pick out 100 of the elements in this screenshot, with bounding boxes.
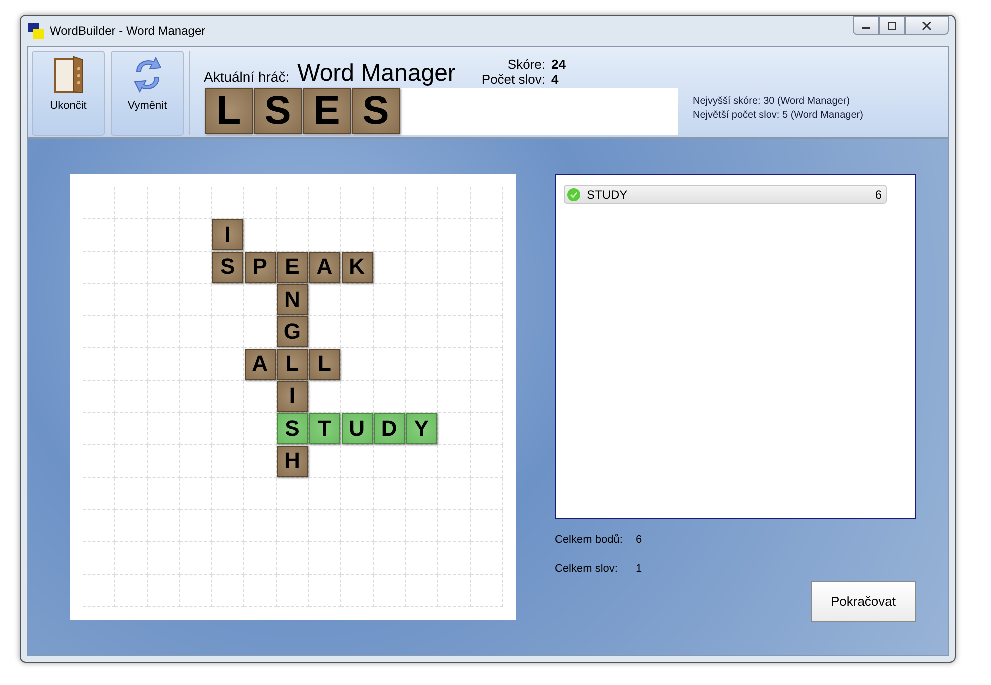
board-cell xyxy=(244,542,277,575)
letter-tile: G xyxy=(276,316,308,348)
maximize-icon xyxy=(887,22,897,30)
letter-tile: I xyxy=(276,380,308,412)
board-cell xyxy=(438,478,471,510)
board-cell xyxy=(83,542,116,575)
board-cell xyxy=(374,478,406,510)
board-cell xyxy=(83,252,116,284)
player-label: Aktuální hráč: xyxy=(204,69,290,85)
board-cell xyxy=(180,510,212,542)
board-cell xyxy=(374,510,406,542)
word-count-value: 4 xyxy=(552,72,560,87)
close-button[interactable] xyxy=(905,16,949,35)
board-cell xyxy=(438,380,471,414)
letter-tile: E xyxy=(276,252,308,283)
window-title: WordBuilder - Word Manager xyxy=(50,24,206,38)
swap-arrows-icon xyxy=(132,56,164,94)
app-icon xyxy=(28,23,44,39)
board-cell xyxy=(180,574,212,607)
board-cell xyxy=(406,478,438,510)
swap-button[interactable]: Vyměnit xyxy=(111,51,184,136)
board-cell xyxy=(115,380,148,414)
board-cell xyxy=(115,348,148,381)
board-cell xyxy=(438,445,471,478)
continue-button[interactable]: Pokračovat xyxy=(811,581,916,622)
board-cell xyxy=(244,478,277,510)
board-cell xyxy=(341,542,374,575)
board-cell xyxy=(406,574,438,607)
total-value: 6 xyxy=(636,534,642,546)
board-cell xyxy=(148,478,180,510)
board-cell xyxy=(374,542,406,575)
word-count-label: Počet slov: xyxy=(482,72,546,87)
board-cell xyxy=(212,380,244,414)
letter-tile[interactable]: L xyxy=(205,88,253,134)
board-cell xyxy=(438,574,471,607)
board-cell xyxy=(438,542,471,575)
board-cell xyxy=(148,219,180,252)
board-cell xyxy=(406,252,438,284)
board-cell xyxy=(148,542,180,575)
board-cell xyxy=(470,542,503,575)
board-cell xyxy=(438,252,471,284)
total-label: Celkem bodů: xyxy=(555,534,624,546)
board-cell xyxy=(115,478,148,510)
board-cell xyxy=(470,187,503,220)
board-cell xyxy=(406,284,438,316)
letter-tile: S xyxy=(212,252,244,283)
board-cell xyxy=(309,510,342,542)
letter-tile: A xyxy=(244,348,276,380)
board-cell xyxy=(83,219,116,252)
minimize-button[interactable] xyxy=(853,16,879,35)
board-cell xyxy=(83,413,116,446)
board-cell xyxy=(212,510,244,542)
record-text: Největší počet slov: 5 (Word Manager) xyxy=(693,109,864,123)
board-cell xyxy=(438,316,471,348)
board-cell xyxy=(438,284,471,316)
board-cell xyxy=(115,510,148,542)
board-cell xyxy=(115,574,148,607)
board-cell xyxy=(276,510,310,542)
board-cell xyxy=(212,445,244,478)
board-cell xyxy=(83,348,116,381)
board-cell xyxy=(115,187,148,220)
board-cell xyxy=(341,478,374,510)
board-cell xyxy=(470,316,503,348)
board-cell xyxy=(180,284,212,316)
exit-button[interactable]: Ukončit xyxy=(32,51,105,136)
letter-tile[interactable]: S xyxy=(352,88,400,134)
board-cell xyxy=(244,187,277,220)
letter-tile: L xyxy=(276,348,308,380)
board-cell xyxy=(83,510,116,542)
letter-tile[interactable]: E xyxy=(303,88,351,134)
board-cell xyxy=(180,445,212,478)
close-icon xyxy=(922,22,932,30)
board-cell xyxy=(438,510,471,542)
board-cell xyxy=(470,348,503,381)
board-cell xyxy=(276,574,310,607)
board-cell xyxy=(148,348,180,381)
board-cell xyxy=(438,219,471,252)
board-cell xyxy=(374,316,406,348)
board-cell xyxy=(374,284,406,316)
board-cell xyxy=(341,187,374,220)
board-cell xyxy=(406,348,438,381)
board-cell xyxy=(180,478,212,510)
board-cell xyxy=(180,348,212,381)
board-cell xyxy=(470,478,503,510)
board-cell xyxy=(309,187,342,220)
board-cell xyxy=(406,510,438,542)
board-cell xyxy=(374,348,406,381)
board-cell xyxy=(470,252,503,284)
board-cell xyxy=(180,316,212,348)
maximize-button[interactable] xyxy=(879,16,905,35)
letter-tile[interactable]: S xyxy=(254,88,302,134)
board-cell xyxy=(341,510,374,542)
word-list-item[interactable]: STUDY 6 xyxy=(564,185,887,204)
board-cell xyxy=(309,478,342,510)
letter-tile: S xyxy=(276,413,308,444)
board-cell xyxy=(83,445,116,478)
board-cell xyxy=(115,542,148,575)
board-cell xyxy=(374,574,406,607)
board-cell xyxy=(148,252,180,284)
board-cell xyxy=(180,187,212,220)
